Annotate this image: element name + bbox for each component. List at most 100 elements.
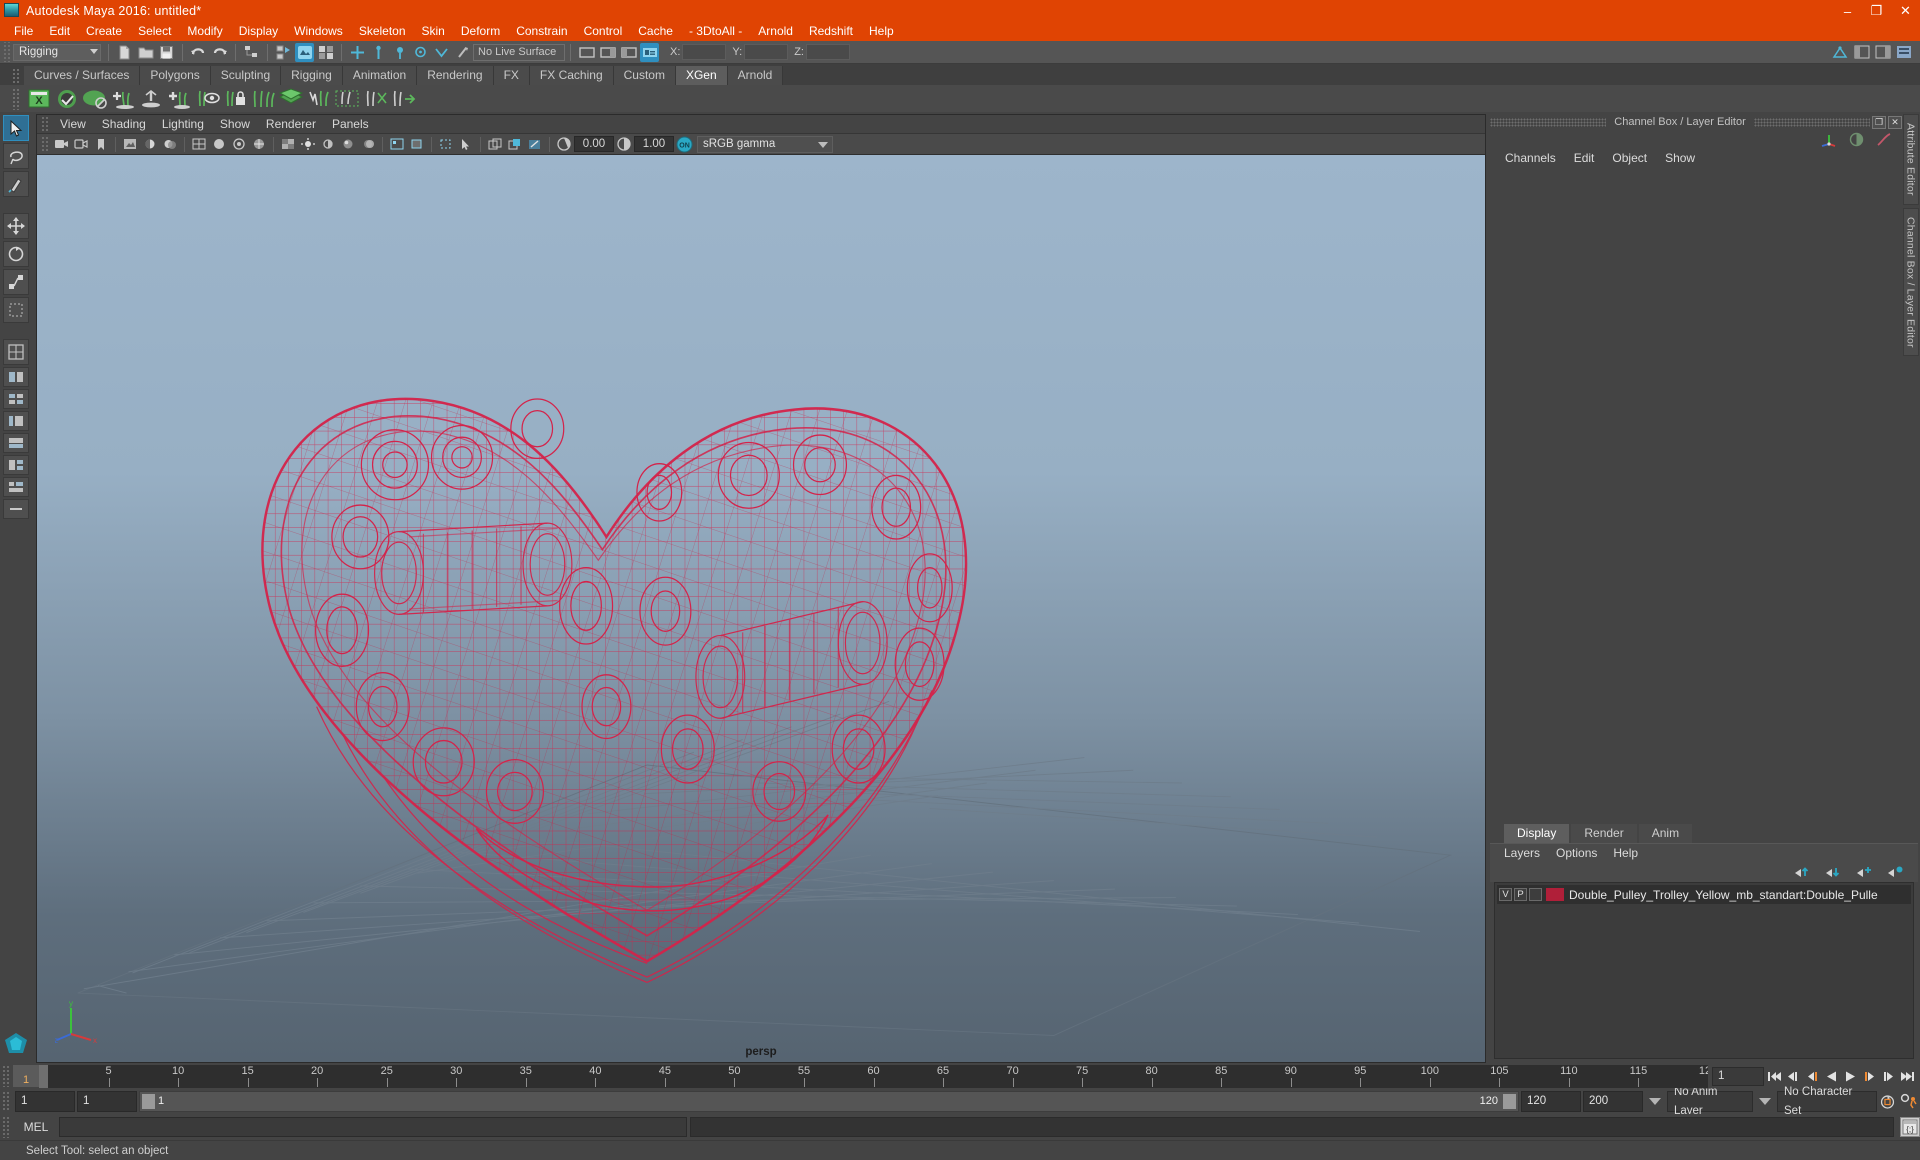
xgen-description-icon[interactable] <box>54 86 80 111</box>
shelf-tab-arnold[interactable]: Arnold <box>727 66 784 85</box>
close-button[interactable]: ✕ <box>1891 0 1920 22</box>
select-by-component-type-button[interactable] <box>316 43 335 62</box>
two-sided-lighting-icon[interactable] <box>141 135 159 153</box>
shelf-tab-polygons[interactable]: Polygons <box>140 66 211 85</box>
gamma-icon[interactable] <box>615 135 633 153</box>
viewport-menu-lighting[interactable]: Lighting <box>154 115 212 134</box>
bookmark-icon[interactable] <box>92 135 110 153</box>
save-scene-button[interactable] <box>157 43 176 62</box>
status-line-grip[interactable] <box>2 42 11 62</box>
tab-attribute-editor[interactable]: Attribute Editor <box>1902 114 1919 205</box>
layer-name[interactable]: Double_Pulley_Trolley_Yellow_mb_standart… <box>1569 888 1878 902</box>
move-layer-up-icon[interactable] <box>1794 865 1811 879</box>
make-live-button[interactable] <box>453 43 472 62</box>
command-input-field[interactable] <box>59 1117 687 1137</box>
texture-display-icon[interactable] <box>279 135 297 153</box>
menu-item-cache[interactable]: Cache <box>630 22 681 41</box>
panel-drag-dots-right[interactable] <box>1753 117 1870 127</box>
time-slider-playhead[interactable] <box>39 1064 48 1088</box>
menu-item-skeleton[interactable]: Skeleton <box>351 22 414 41</box>
wireframe-shading-icon[interactable] <box>190 135 208 153</box>
channel-box-content[interactable] <box>1490 168 1902 821</box>
range-slider-left-handle[interactable] <box>142 1094 155 1109</box>
exposure-icon[interactable] <box>555 135 573 153</box>
shelf-tab-animation[interactable]: Animation <box>342 66 418 85</box>
go-to-start-icon[interactable] <box>1766 1067 1783 1086</box>
undo-button[interactable] <box>189 43 208 62</box>
menu-item-control[interactable]: Control <box>576 22 631 41</box>
range-start-time-field[interactable]: 1 <box>77 1091 137 1112</box>
smooth-shade-selected-icon[interactable] <box>230 135 248 153</box>
shadow-map-icon[interactable] <box>319 135 337 153</box>
layout-four-pane-icon[interactable] <box>3 389 29 409</box>
chevron-down-icon-character-set[interactable] <box>1759 1098 1771 1105</box>
xgen-groom-icon[interactable] <box>138 86 164 111</box>
layout-two-pane-icon[interactable] <box>3 367 29 387</box>
snap-to-view-planes-button[interactable] <box>432 43 451 62</box>
xgen-sculpt-layer-icon[interactable] <box>278 86 304 111</box>
show-hide-tool-settings-button[interactable] <box>640 42 659 62</box>
layout-single-pane-icon[interactable] <box>3 339 29 365</box>
menu-item-file[interactable]: File <box>6 22 41 41</box>
xgen-clump-icon[interactable] <box>334 86 360 111</box>
exposure-field[interactable]: 0.00 <box>574 136 614 152</box>
isolate-select-icon[interactable] <box>437 135 455 153</box>
snap-to-projected-center-button[interactable] <box>411 43 430 62</box>
gamma-field[interactable]: 1.00 <box>634 136 674 152</box>
menu-item-display[interactable]: Display <box>231 22 286 41</box>
depth-of-field-icon[interactable] <box>408 135 426 153</box>
paint-select-tool[interactable] <box>3 171 29 197</box>
shelf-icon-grip[interactable] <box>12 87 21 110</box>
menu-item-edit[interactable]: Edit <box>41 22 78 41</box>
x-coord-input[interactable] <box>682 44 727 60</box>
multisample-aa-icon[interactable] <box>388 135 406 153</box>
xgen-cut-icon[interactable] <box>362 86 388 111</box>
layer-editor-menu-options[interactable]: Options <box>1548 844 1605 863</box>
menu-item-3dtoall[interactable]: - 3DtoAll - <box>681 22 750 41</box>
select-tool[interactable] <box>3 115 29 141</box>
motion-blur-icon[interactable] <box>359 135 377 153</box>
tab-channel-box-layer-editor[interactable]: Channel Box / Layer Editor <box>1902 207 1919 357</box>
xgen-add-density-icon[interactable] <box>166 86 192 111</box>
animation-end-time-field[interactable]: 200 <box>1583 1091 1643 1112</box>
viewport-canvas[interactable]: persp y x z <box>37 155 1485 1062</box>
menu-item-deform[interactable]: Deform <box>453 22 508 41</box>
xgen-export-icon[interactable] <box>390 86 416 111</box>
color-profile-selector[interactable]: sRGB gamma <box>697 135 833 153</box>
move-manipulator-icon[interactable] <box>1820 132 1837 147</box>
xgen-lock-icon[interactable] <box>222 86 248 111</box>
camera-attributes-icon[interactable] <box>72 135 90 153</box>
xgen-add-guide-icon[interactable] <box>110 86 136 111</box>
open-scene-button[interactable] <box>136 43 155 62</box>
new-layer-icon[interactable] <box>1856 865 1873 879</box>
menu-item-constrain[interactable]: Constrain <box>508 22 575 41</box>
curve-editor-icon[interactable] <box>1876 132 1892 147</box>
undock-panel-button[interactable]: ❐ <box>1872 115 1886 129</box>
show-hide-attribute-editor-button[interactable] <box>598 43 617 62</box>
channel-box-menu-edit[interactable]: Edit <box>1565 148 1604 168</box>
redo-button[interactable] <box>210 43 229 62</box>
new-layer-from-selected-icon[interactable] <box>1887 865 1904 879</box>
layer-editor-tab-anim[interactable]: Anim <box>1638 824 1693 843</box>
step-forward-key-icon[interactable] <box>1880 1067 1897 1086</box>
rotate-tool[interactable] <box>3 241 29 267</box>
panel-drag-dots-left[interactable] <box>1490 117 1607 127</box>
open-outliner-icon[interactable] <box>1852 43 1871 62</box>
time-slider-track[interactable]: 5 10 15 20 25 30 35 40 45 50 55 60 65 70 75 80 85 90 95 100… <box>39 1064 1708 1088</box>
animation-preferences-icon[interactable] <box>1898 1092 1920 1111</box>
xgen-preview-icon[interactable] <box>194 86 220 111</box>
menu-set-selector[interactable]: Rigging <box>13 43 101 61</box>
scale-tool[interactable] <box>3 269 29 295</box>
auto-keyframe-icon[interactable] <box>1879 1092 1896 1111</box>
range-end-time-field[interactable]: 120 <box>1521 1091 1581 1112</box>
layer-editor-tab-render[interactable]: Render <box>1571 824 1637 843</box>
select-camera-icon[interactable] <box>52 135 70 153</box>
viewport-menu-renderer[interactable]: Renderer <box>258 115 324 134</box>
time-slider-grip[interactable] <box>2 1065 11 1087</box>
open-tool-settings-icon[interactable] <box>1894 43 1913 62</box>
snap-to-curve-button[interactable] <box>369 43 388 62</box>
menu-item-redshift[interactable]: Redshift <box>801 22 861 41</box>
select-isolate-pointer-icon[interactable] <box>457 135 475 153</box>
select-by-hierarchy-button[interactable] <box>242 43 261 62</box>
lasso-select-tool[interactable] <box>3 143 29 169</box>
